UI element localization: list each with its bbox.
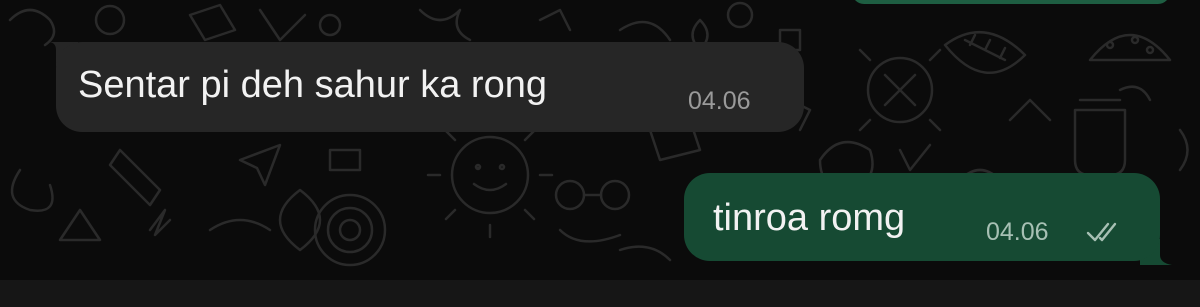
bottom-bar — [0, 280, 1200, 307]
outgoing-message-text: tinroa romg — [713, 197, 906, 239]
outgoing-message-time: 04.06 — [986, 218, 1049, 246]
double-check-icon — [1086, 222, 1117, 242]
chat-area[interactable]: Sentar pi deh sahur ka rong 04.06 tinroa… — [0, 0, 1200, 280]
previous-outgoing-bubble-edge — [852, 0, 1170, 4]
incoming-message-time: 04.06 — [688, 87, 751, 115]
outgoing-message-bubble[interactable]: tinroa romg 04.06 — [684, 173, 1160, 261]
incoming-message-bubble[interactable]: Sentar pi deh sahur ka rong 04.06 — [56, 42, 804, 132]
incoming-message-text: Sentar pi deh sahur ka rong — [78, 64, 547, 106]
